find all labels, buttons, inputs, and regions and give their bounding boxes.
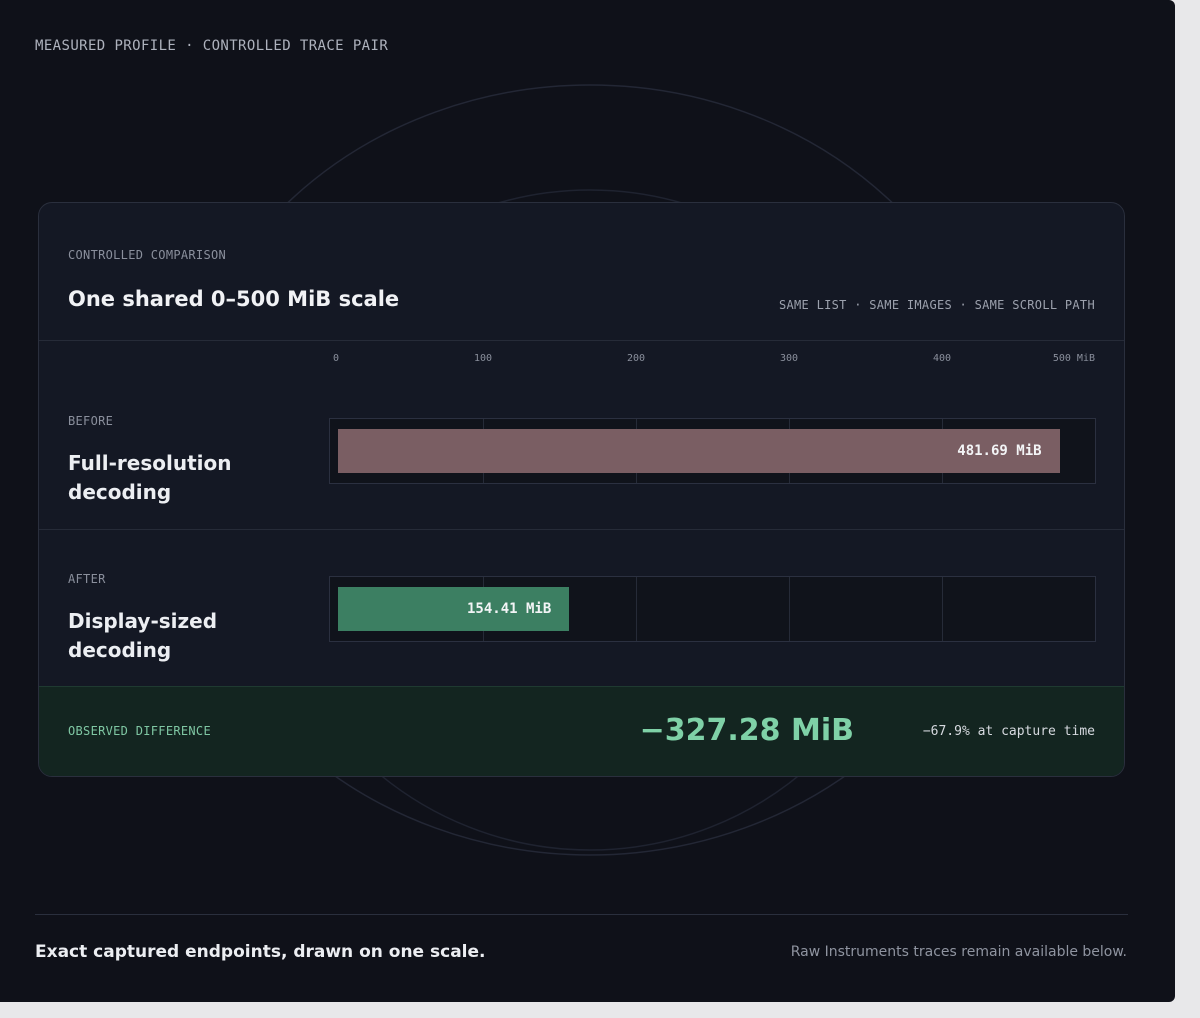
footer-caption: Exact captured endpoints, drawn on one s… [35,942,486,962]
x-tick-label: 100 [473,353,493,364]
x-tick-label: 400 [932,353,952,364]
bar-track-before: 481.69 MiB [329,418,1096,484]
difference-band: OBSERVED DIFFERENCE −327.28 MiB −67.9% a… [39,686,1124,776]
bar-track-after: 154.41 MiB [329,576,1096,642]
card-title: One shared 0–500 MiB scale [68,287,400,311]
difference-percent: −67.9% at capture time [922,724,1095,739]
bar-value-label-after: 154.41 MiB [467,601,552,617]
grid-line [636,577,637,641]
row-label-after: Display-sized decoding [68,609,218,662]
x-tick-label: 500 MiB [1052,353,1095,364]
footer-note: Raw Instruments traces remain available … [790,944,1127,960]
header-divider [39,340,1124,341]
eyebrow-label: MEASURED PROFILE · CONTROLLED TRACE PAIR [35,38,389,54]
comparison-card: CONTROLLED COMPARISON One shared 0–500 M… [38,202,1125,777]
card-kicker: CONTROLLED COMPARISON [68,248,227,262]
bar-value-label-before: 481.69 MiB [957,443,1042,459]
card-tagline: SAME LIST · SAME IMAGES · SAME SCROLL PA… [778,298,1095,312]
footer-divider [35,914,1128,915]
grid-line [942,577,943,641]
grid-line [789,577,790,641]
x-tick-label: 0 [332,353,340,364]
difference-value: −327.28 MiB [639,713,854,748]
bar-after: 154.41 MiB [338,587,570,631]
profile-panel: MEASURED PROFILE · CONTROLLED TRACE PAIR… [0,0,1175,1002]
x-axis: 0 100 200 300 400 500 MiB [330,353,1095,371]
x-tick-label: 300 [779,353,799,364]
row-label-before: Full-resolution decoding [68,451,232,504]
row-kicker-before: BEFORE [68,414,114,428]
x-tick-label: 200 [626,353,646,364]
row-kicker-after: AFTER [68,572,106,586]
row-divider [39,529,1124,530]
bar-before: 481.69 MiB [338,429,1060,473]
difference-kicker: OBSERVED DIFFERENCE [68,724,211,738]
